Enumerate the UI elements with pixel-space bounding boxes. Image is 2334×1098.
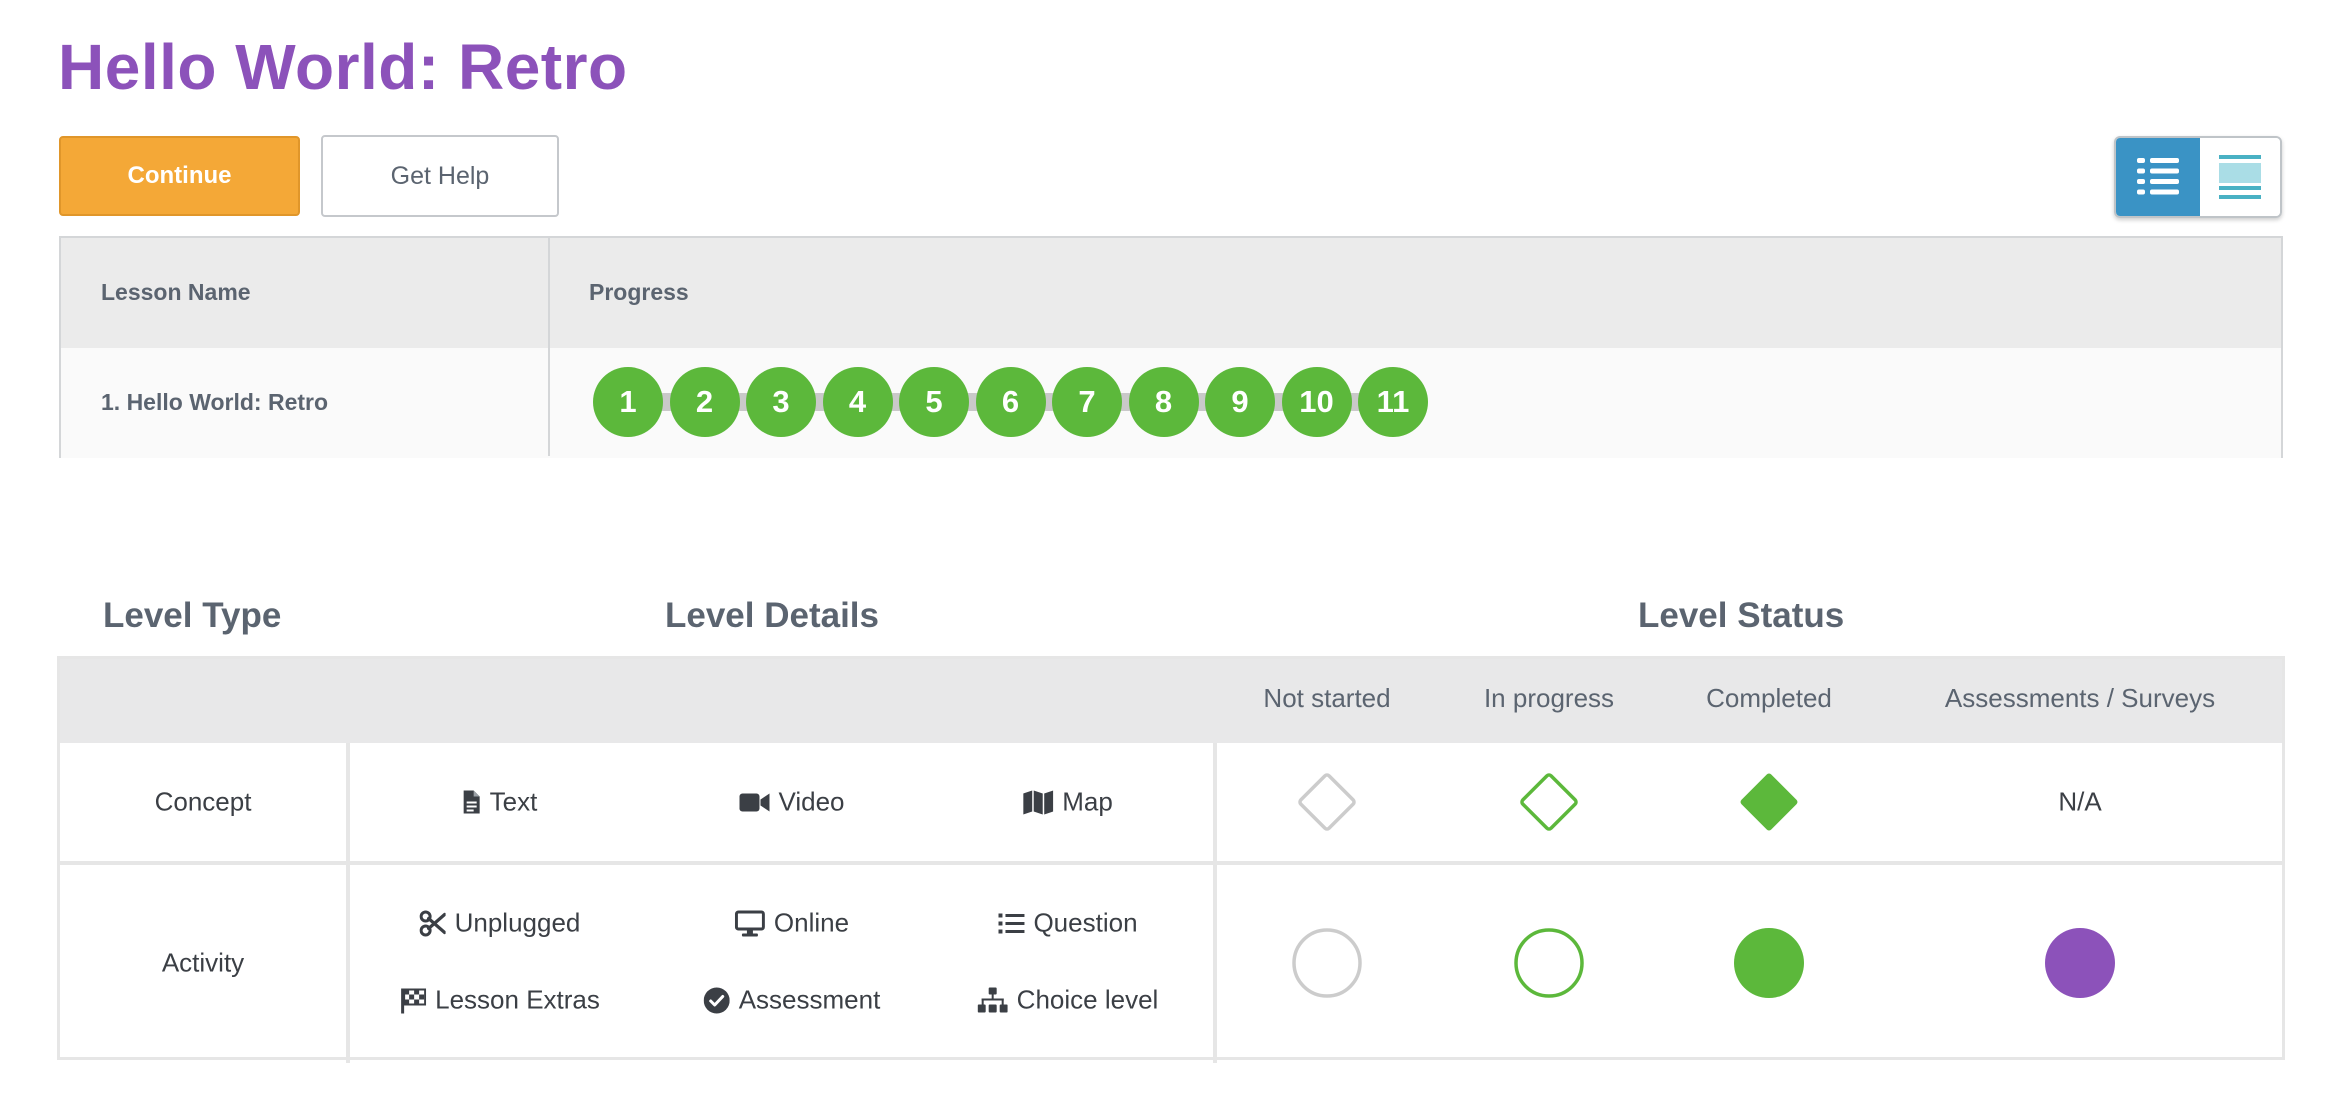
concept-in-progress-diamond — [1520, 773, 1578, 831]
detail-text: Text — [463, 786, 538, 818]
concept-assessment-na: N/A — [2058, 786, 2102, 817]
lessons-table-header: Lesson Name Progress — [61, 238, 2281, 348]
detail-lesson-extras: Lesson Extras — [400, 985, 600, 1016]
row-divider — [60, 861, 2282, 865]
level-type-activity: Activity — [161, 947, 245, 978]
level-bubble[interactable]: 1 — [593, 367, 663, 437]
desktop-icon — [734, 910, 765, 936]
lesson-name[interactable]: 1. Hello World: Retro — [101, 389, 328, 416]
in-progress-header: In progress — [1483, 683, 1615, 713]
activity-assessment-circle — [2045, 928, 2115, 998]
detail-online: Online — [734, 907, 850, 939]
level-key-table: Not started In progress Completed Assess… — [57, 656, 2285, 1063]
detail-label: Unplugged — [454, 907, 581, 938]
key-table-header: Not started In progress Completed Assess… — [60, 659, 2282, 743]
level-bubble[interactable]: 4 — [822, 367, 893, 437]
detail-map: Map — [1023, 787, 1113, 818]
concept-not-started-diamond — [1298, 773, 1356, 831]
checkered-flag-icon — [401, 988, 427, 1013]
detail-label: Assessment — [738, 984, 881, 1015]
detail-view-button[interactable] — [2116, 138, 2200, 216]
concept-completed-diamond — [1740, 773, 1798, 831]
level-bubble[interactable]: 6 — [975, 367, 1046, 437]
lessons-table: Lesson Name Progress 1. Hello World: Ret… — [59, 236, 2283, 458]
view-toggle — [2114, 136, 2282, 218]
check-circle-icon — [703, 987, 730, 1013]
level-bubble[interactable]: 2 — [669, 367, 740, 437]
column-divider — [346, 743, 350, 1063]
scissors-icon — [419, 910, 446, 936]
level-bubble[interactable]: 9 — [1205, 367, 1275, 437]
detail-choice-level: Choice level — [977, 984, 1159, 1016]
activity-in-progress-circle — [1514, 928, 1584, 998]
detail-label: Map — [1062, 786, 1113, 817]
level-bubble[interactable]: 10 — [1281, 367, 1352, 437]
map-icon — [1023, 790, 1054, 814]
lesson-name-header: Lesson Name — [101, 279, 251, 305]
not-started-header: Not started — [1263, 683, 1391, 713]
detail-label: Choice level — [1016, 984, 1159, 1015]
table-row: 1. Hello World: Retro 1 2 3 4 5 6 7 8 9 … — [61, 348, 2281, 458]
activity-not-started-circle — [1292, 928, 1362, 998]
activity-completed-circle — [1734, 928, 1804, 998]
page-title: Hello World: Retro — [58, 31, 628, 103]
detail-label: Online — [773, 907, 850, 938]
level-bubble[interactable]: 7 — [1052, 367, 1122, 437]
detail-label: Lesson Extras — [435, 984, 600, 1015]
level-bubble[interactable]: 8 — [1128, 367, 1199, 437]
detail-question: Question — [998, 907, 1138, 939]
level-bubble[interactable]: 11 — [1358, 367, 1428, 437]
detail-view-icon — [2137, 158, 2179, 195]
video-camera-icon — [739, 793, 770, 811]
level-status-heading: Level Status — [1638, 596, 1845, 635]
detail-label: Text — [489, 786, 538, 817]
level-type-concept: Concept — [154, 786, 252, 817]
detail-label: Video — [778, 786, 845, 817]
level-type-heading: Level Type — [103, 596, 282, 635]
detail-unplugged: Unplugged — [419, 907, 581, 939]
level-bubble[interactable]: 5 — [899, 367, 969, 437]
detail-label: Question — [1033, 907, 1138, 938]
detail-video: Video — [739, 786, 845, 818]
get-help-button[interactable]: Get Help — [321, 135, 559, 217]
column-divider — [548, 238, 550, 456]
level-bubble[interactable]: 3 — [746, 367, 816, 437]
assessments-header: Assessments / Surveys — [1944, 683, 2216, 713]
continue-button[interactable]: Continue — [59, 136, 300, 216]
list-icon — [998, 913, 1025, 933]
completed-header: Completed — [1706, 683, 1832, 713]
file-text-icon — [463, 790, 480, 813]
column-divider — [1213, 743, 1217, 1063]
level-details-heading: Level Details — [665, 596, 879, 635]
summary-view-icon — [2219, 155, 2261, 199]
summary-view-button[interactable] — [2200, 138, 2280, 216]
sitemap-icon — [977, 987, 1008, 1012]
detail-assessment: Assessment — [703, 984, 881, 1016]
progress-header: Progress — [589, 279, 689, 305]
